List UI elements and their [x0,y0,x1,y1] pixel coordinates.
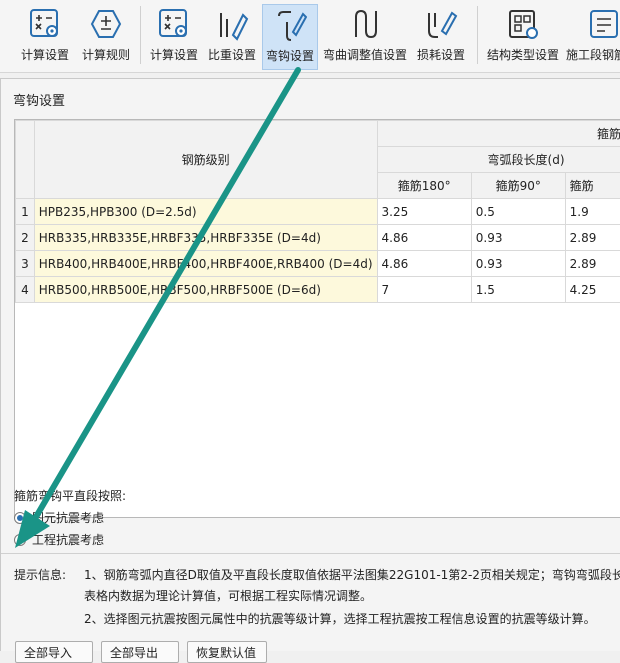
calc-rules-button[interactable]: 计算规则 [78,4,134,68]
radio-unselected-indicator[interactable] [14,534,26,546]
hook-settings-dialog: 弯钩设置 钢筋级别 箍筋 弯弧段长度(d) 箍筋180° 箍筋90° 箍筋 1 … [0,78,620,651]
tip-line-2: 表格内数据为理论计算值，可根据工程实际情况调整。 [84,587,372,604]
value-cell[interactable]: 0.5 [471,199,565,225]
stirrup-header: 箍筋 [377,121,620,147]
calc-rules-label: 计算规则 [82,46,130,63]
dialog-title: 弯钩设置 [13,90,65,109]
hook-table: 钢筋级别 箍筋 弯弧段长度(d) 箍筋180° 箍筋90° 箍筋 1 HPB23… [15,120,620,303]
table-row: 1 HPB235,HPB300 (D=2.5d) 3.25 0.5 1.9 [16,199,620,225]
loss-settings-icon [423,4,459,44]
value-cell[interactable]: 3.25 [377,199,471,225]
bend-adjust-icon [347,4,383,44]
stirrup-straight-section-label: 箍筋弯钩平直段按照: [14,487,126,504]
export-all-button[interactable]: 全部导出 [101,641,179,663]
calc-settings-button[interactable]: 计算设置 [16,4,74,68]
corner-header-cell [16,121,35,199]
row-number: 4 [16,277,35,303]
structure-type-button[interactable]: 结构类型设置 [483,4,563,68]
radio-project-seismic[interactable]: 工程抗震考虑 [14,531,104,548]
rebar-weight-label: 比重设置 [208,46,256,63]
value-cell[interactable]: 0.93 [471,225,565,251]
ribbon-separator [477,6,478,64]
construction-rebar-button[interactable]: 施工段钢筋 [566,4,620,68]
restore-defaults-button[interactable]: 恢复默认值 [187,641,267,663]
tip-line-3: 2、选择图元抗震按图元属性中的抗震等级计算，选择工程抗震按工程信息设置的抗震等级… [84,610,596,627]
radio-element-seismic-label: 图元抗震考虑 [32,509,104,526]
structure-type-icon [505,4,541,44]
stirrup-90-header: 箍筋90° [471,173,565,199]
bend-adjust-button[interactable]: 弯曲调整值设置 [320,4,410,68]
table-row: 3 HRB400,HRB400E,HRBF400,HRBF400E,RRB400… [16,251,620,277]
structure-type-label: 结构类型设置 [487,46,559,63]
row-number: 2 [16,225,35,251]
calc-settings-button-2[interactable]: 计算设置 [146,4,202,68]
construction-rebar-label: 施工段钢筋 [566,46,620,63]
grade-cell: HRB335,HRB335E,HRBF335,HRBF335E (D=4d) [34,225,377,251]
value-cell[interactable]: 0.93 [471,251,565,277]
tips-label: 提示信息: [14,566,66,583]
divider [1,553,620,554]
import-all-button[interactable]: 全部导入 [15,641,93,663]
stirrup-other-header: 箍筋 [565,173,620,199]
calc-settings-label: 计算设置 [21,46,69,63]
rebar-weight-icon [214,4,250,44]
calc-settings-icon [156,4,192,44]
value-cell[interactable]: 4.25 [565,277,620,303]
value-cell[interactable]: 2.89 [565,251,620,277]
hook-settings-table: 钢筋级别 箍筋 弯弧段长度(d) 箍筋180° 箍筋90° 箍筋 1 HPB23… [14,119,620,518]
calc-rules-icon [88,4,124,44]
radio-dot [17,515,23,521]
value-cell[interactable]: 4.86 [377,225,471,251]
value-cell[interactable]: 1.5 [471,277,565,303]
radio-element-seismic[interactable]: 图元抗震考虑 [14,509,104,526]
tip-line-1: 1、钢筋弯弧内直径D取值及平直段长度取值依据平法图集22G101-1第2-2页相… [84,566,620,583]
value-cell[interactable]: 1.9 [565,199,620,225]
value-cell[interactable]: 2.89 [565,225,620,251]
table-row: 2 HRB335,HRB335E,HRBF335,HRBF335E (D=4d)… [16,225,620,251]
value-cell[interactable]: 4.86 [377,251,471,277]
hook-settings-button[interactable]: 弯钩设置 [262,4,318,70]
table-row: 4 HRB500,HRB500E,HRBF500,HRBF500E (D=6d)… [16,277,620,303]
grade-cell: HRB400,HRB400E,HRBF400,HRBF400E,RRB400 (… [34,251,377,277]
arc-length-header: 弯弧段长度(d) [377,147,620,173]
loss-settings-label: 损耗设置 [417,46,465,63]
grade-cell: HPB235,HPB300 (D=2.5d) [34,199,377,225]
hook-settings-icon [272,5,308,45]
row-number: 1 [16,199,35,225]
loss-settings-button[interactable]: 损耗设置 [412,4,470,68]
radio-project-seismic-label: 工程抗震考虑 [32,531,104,548]
radio-selected-indicator[interactable] [14,512,26,524]
grade-cell: HRB500,HRB500E,HRBF500,HRBF500E (D=6d) [34,277,377,303]
row-number: 3 [16,251,35,277]
construction-rebar-icon [586,4,620,44]
stirrup-180-header: 箍筋180° [377,173,471,199]
grade-column-header: 钢筋级别 [34,121,377,199]
value-cell[interactable]: 7 [377,277,471,303]
ribbon-toolbar: 计算设置 计算规则 计算设置 比重设置 弯钩设置 弯曲调整值设置 [0,0,620,73]
calc-settings-icon [27,4,63,44]
ribbon-separator [140,6,141,64]
rebar-weight-button[interactable]: 比重设置 [204,4,260,68]
bend-adjust-label: 弯曲调整值设置 [323,46,407,63]
hook-settings-label: 弯钩设置 [266,47,314,64]
calc-settings-label: 计算设置 [150,46,198,63]
